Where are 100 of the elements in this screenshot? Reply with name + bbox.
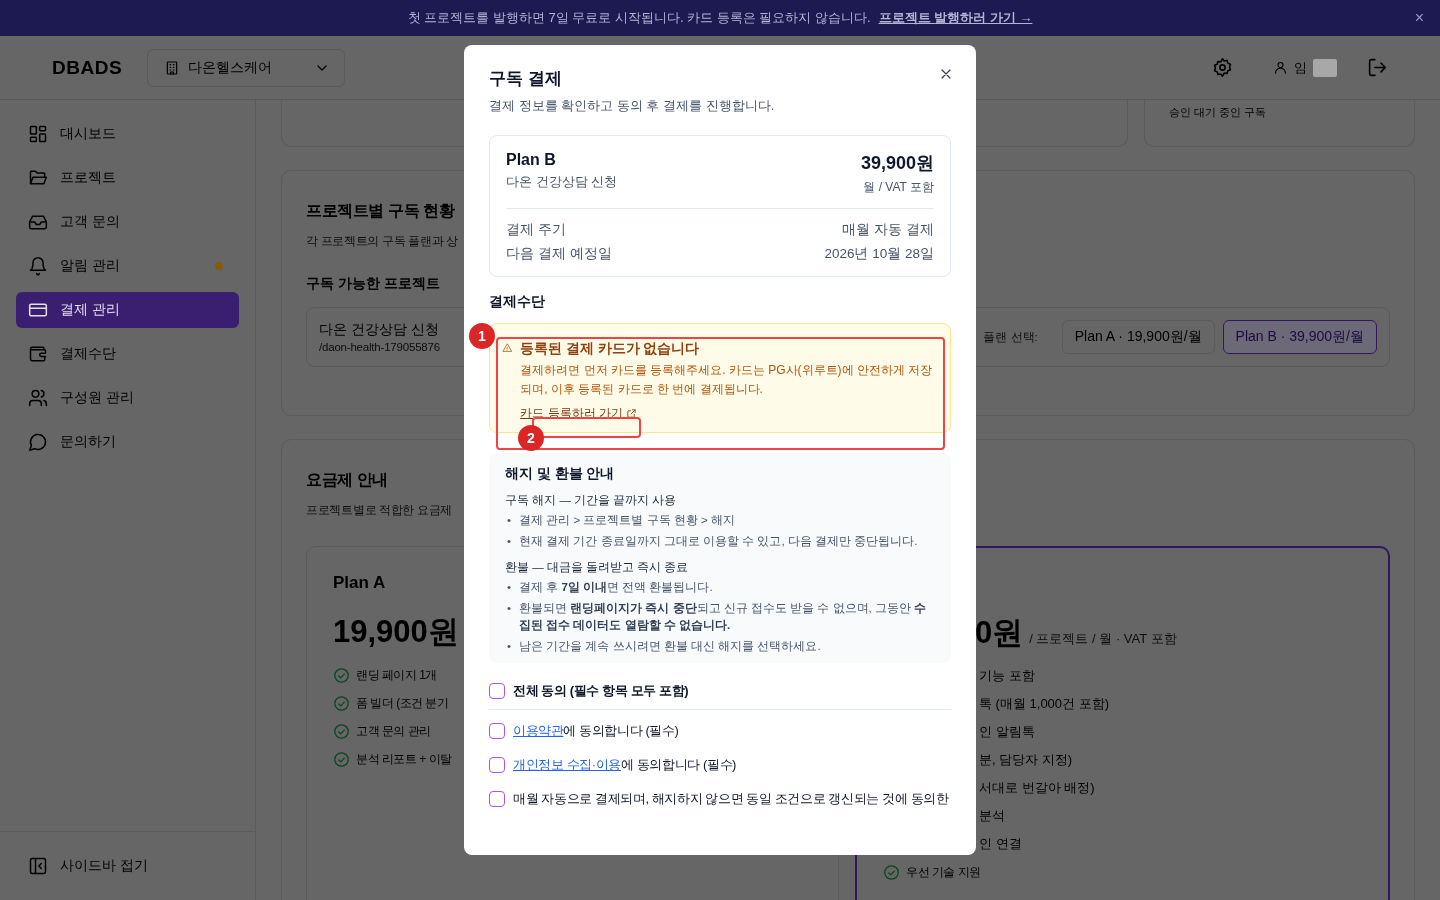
project-name: 다온 건강상담 신청 (319, 321, 439, 339)
checkbox[interactable] (489, 683, 505, 699)
bullet-marker: • (507, 601, 512, 616)
sidebar-item[interactable]: 프로젝트 (16, 160, 239, 196)
banner-link[interactable]: 프로젝트 발행하러 가기 → (878, 9, 1033, 27)
user-icon (1273, 60, 1288, 75)
logo: DBADS (52, 56, 123, 78)
summary-value: 2026년 10월 28일 (824, 245, 934, 263)
sidebar-item[interactable]: 알림 관리 (16, 248, 239, 284)
refund-bullet: 현재 결제 기간 종료일까지 그대로 이용할 수 있고, 다음 결제만 중단됩니다. (519, 534, 918, 549)
check-circle-icon (333, 694, 350, 712)
payment-method-label: 결제수단 (489, 293, 545, 311)
check-circle-icon (333, 750, 350, 768)
folder-icon (28, 168, 48, 188)
sidebar-item[interactable]: 결제수단 (16, 336, 239, 372)
alert-title: 등록된 결제 카드가 없습니다 (520, 340, 700, 358)
summary-label: 다음 결제 예정일 (506, 245, 612, 263)
plan-price: 0원 (975, 614, 1024, 652)
feature-text: 기능 포함 (979, 667, 1035, 685)
wallet-icon (28, 344, 48, 364)
workspace-selector[interactable]: 다온헬스케어 (147, 48, 345, 87)
settings-button[interactable] (1212, 57, 1233, 78)
refund-bullet: 결제 후 7일 이내면 전액 환불됩니다. (519, 580, 713, 595)
section-description: 프로젝트별로 적합한 요금제 (306, 503, 453, 518)
feature-text: 분, 담당자 지정) (979, 751, 1073, 769)
refund-bullet: 환불되면 랜딩페이지가 즉시 중단되고 신규 접수도 받을 수 없으며, 그동안 수집된 접수 데이터도 열람할 수 없습니다. (519, 601, 928, 633)
check-circle-icon (333, 666, 350, 684)
settings-icon (1212, 57, 1233, 78)
plan-option-button[interactable]: Plan B · 39,900원/월 (1222, 320, 1377, 354)
feature-text: 서대로 번갈아 배정) (979, 779, 1095, 797)
feature-text: 분석 리포트 + 이탈 (356, 750, 452, 768)
banner-message: 첫 프로젝트를 발행하면 7일 무료로 시작됩니다. 카드 등록은 필요하지 않습니다. (407, 9, 871, 27)
plan-option-button[interactable]: Plan A · 19,900원/월 (1061, 320, 1215, 354)
summary-value: 매월 자동 결제 (842, 221, 934, 239)
price: 39,900원 (860, 152, 934, 175)
policy-link[interactable]: 이용약관 (513, 723, 564, 738)
agree-all-label: 전체 동의 (필수 항목 모두 포함) (513, 682, 689, 700)
feature-text: 분석 (979, 807, 1005, 825)
project-name: 다온 건강상담 신청 (506, 173, 618, 191)
feature-text: 우선 기술 지원 (906, 863, 981, 881)
inbox-icon (28, 212, 48, 232)
redacted-block (1313, 58, 1337, 77)
bullet-marker: • (507, 534, 512, 549)
feature-text: 폼 빌더 (조건 분기 (356, 694, 449, 712)
feature-text: 톡 (매월 1,000건 포함) (979, 695, 1110, 713)
sidebar-item[interactable]: 고객 문의 (16, 204, 239, 240)
dialog-title: 구독 결제 (489, 68, 562, 90)
section-title: 요금제 안내 (306, 470, 389, 490)
sidebar-item[interactable]: 대시보드 (16, 116, 239, 152)
feature-text: 인 연결 (979, 835, 1022, 853)
logout-button[interactable] (1367, 57, 1388, 78)
collapse-sidebar-button[interactable]: 사이드바 접기 (28, 856, 148, 876)
plan-name: Plan A (333, 573, 386, 594)
sidebar-item[interactable]: 문의하기 (16, 424, 239, 460)
grid-icon (28, 124, 48, 144)
section-title: 프로젝트별 구독 현황 (306, 201, 455, 221)
close-button[interactable]: × (1414, 9, 1424, 27)
project-slug: /daon-health-179055876 (319, 341, 440, 353)
sidebar-item[interactable]: 결제 관리 (16, 292, 239, 328)
list-title: 구독 가능한 프로젝트 (306, 275, 440, 293)
bullet-marker: • (507, 513, 512, 528)
checkbox[interactable] (489, 723, 505, 739)
plan-price: 19,900원 (333, 613, 459, 651)
refund-title: 해지 및 환불 안내 (505, 465, 615, 483)
checkbox[interactable] (489, 791, 505, 807)
check-circle-icon (333, 722, 350, 740)
external-link-icon (625, 408, 637, 419)
bullet-marker: • (507, 580, 512, 595)
stat-label: 승인 대기 중인 구독 (1168, 106, 1266, 118)
panel-left-icon (28, 856, 48, 876)
annotation-marker: 2 (518, 425, 544, 451)
plan-name: Plan B (506, 151, 556, 169)
chat-bubble-icon (28, 432, 48, 452)
price-note: 월 / VAT 포함 (863, 179, 934, 196)
feature-text: 인 알림톡 (979, 723, 1035, 741)
feature-text: 고객 문의 관리 (356, 722, 431, 740)
dialog-subtitle: 결제 정보를 확인하고 동의 후 결제를 진행합니다. (489, 97, 775, 115)
refund-bullet: 결제 관리 > 프로젝트별 구독 현황 > 해지 (519, 513, 735, 528)
bullet-marker: • (507, 639, 512, 654)
credit-card-icon (28, 300, 48, 320)
users-icon (28, 388, 48, 408)
bell-icon (28, 256, 48, 276)
annotation-marker: 1 (469, 323, 495, 349)
user-initial: 임 (1294, 58, 1307, 77)
check-circle-icon (883, 863, 900, 881)
alert-message: 결제하려면 먼저 카드를 등록해주세요. 카드는 PG사(위루트)에 안전하게 저장되며, 이후 등록된 카드로 한 번에 결제됩니다. (520, 362, 934, 398)
agreement-label: 이용약관에 동의합니다 (필수) (513, 722, 679, 740)
sidebar-item[interactable]: 구성원 관리 (16, 380, 239, 416)
refund-subheading: 환불 — 대금을 돌려받고 즉시 종료 (505, 560, 689, 575)
agreement-label: 매월 자동으로 결제되며, 해지하지 않으면 동일 조건으로 갱신되는 것에 동의한 (513, 790, 949, 808)
refund-subheading: 구독 해지 — 기간을 끝까지 사용 (505, 493, 677, 508)
checkbox[interactable] (489, 757, 505, 773)
feature-text: 랜딩 페이지 1개 (356, 666, 437, 684)
policy-link[interactable]: 개인정보 수집·이용 (513, 757, 621, 772)
plan-select-label: 플랜 선택: (983, 329, 1038, 345)
refund-bullet: 남은 기간을 계속 쓰시려면 환불 대신 해지를 선택하세요. (519, 639, 821, 654)
building-icon (164, 59, 180, 76)
logout-icon (1367, 57, 1388, 78)
price-note: / 프로젝트 / 월 · VAT 포함 (1029, 630, 1177, 648)
agreement-label: 개인정보 수집·이용에 동의합니다 (필수) (513, 756, 737, 774)
